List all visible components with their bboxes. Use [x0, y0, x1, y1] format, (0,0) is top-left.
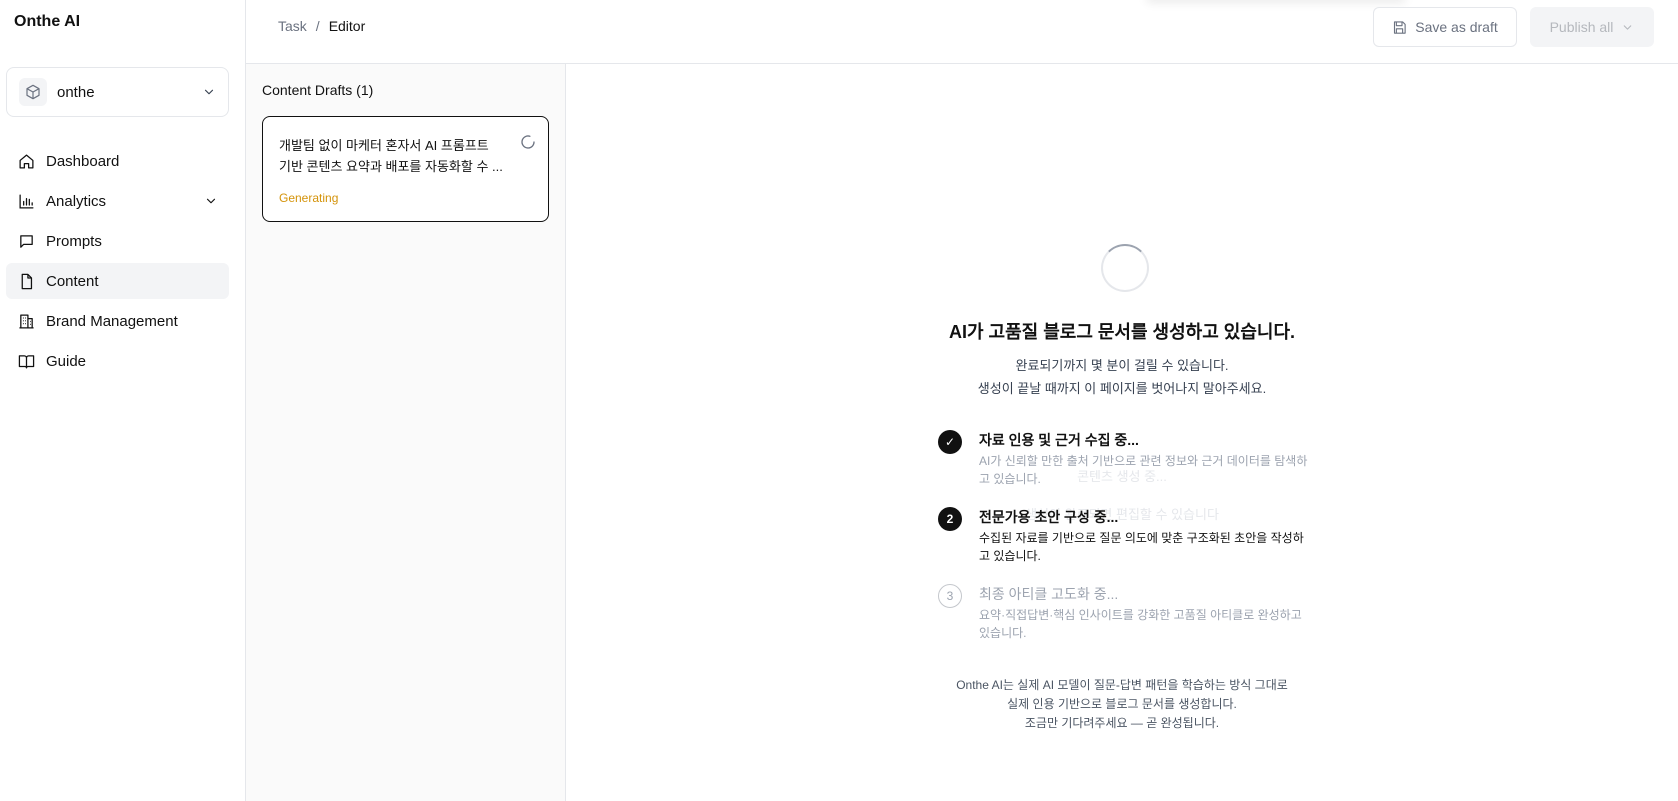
subtitle-line: 완료되기까지 몇 분이 걸릴 수 있습니다. [1015, 358, 1229, 373]
breadcrumb-current: Editor [328, 18, 366, 34]
save-as-draft-button[interactable]: Save as draft [1373, 7, 1517, 47]
sidebar-item-content[interactable]: Content [6, 263, 229, 299]
top-header: Task / Editor Save as draft Publish all [246, 0, 1678, 64]
loading-spinner-icon [520, 134, 536, 155]
publish-all-button[interactable]: Publish all [1530, 7, 1654, 47]
generation-title: AI가 고품질 블로그 문서를 생성하고 있습니다. [948, 322, 1296, 342]
footer-line: Onthe AI는 실제 AI 모델이 질문-답변 패턴을 학습하는 방식 그대… [956, 678, 1288, 692]
sidebar-item-brand-management[interactable]: Brand Management [6, 303, 229, 339]
sidebar-item-label: Brand Management [46, 312, 178, 330]
draft-card[interactable]: 개발팀 없이 마케터 혼자서 AI 프롬프트 기반 콘텐츠 요약과 배포를 자동… [262, 116, 549, 222]
draft-title-line: 기반 콘텐츠 요약과 배포를 자동화할 수 ... [279, 159, 503, 174]
step-description: 수집된 자료를 기반으로 질문 의도에 맞춘 구조화된 초안을 작성하고 있습니… [979, 531, 1304, 563]
background-placeholder-text: 생성이 완료되면 편집할 수 있습니다 [1025, 507, 1219, 522]
file-icon [17, 272, 35, 290]
bar-chart-icon [17, 192, 35, 210]
cube-icon [19, 78, 47, 106]
content-drafts-panel: Content Drafts (1) 개발팀 없이 마케터 혼자서 AI 프롬프… [246, 64, 566, 801]
status-badge: Generating [279, 191, 339, 205]
step-number: 2 [938, 507, 962, 531]
breadcrumb-task[interactable]: Task [278, 18, 307, 34]
sidebar-item-label: Content [46, 272, 99, 290]
draft-title: 개발팀 없이 마케터 혼자서 AI 프롬프트 기반 콘텐츠 요약과 배포를 자동… [279, 135, 511, 177]
sidebar-item-label: Analytics [46, 192, 107, 210]
draft-title-line: 개발팀 없이 마케터 혼자서 AI 프롬프트 [279, 138, 489, 153]
generation-subtitle: 완료되기까지 몇 분이 걸릴 수 있습니다. 생성이 끝날 때까지 이 페이지를… [566, 354, 1678, 400]
loading-spinner-icon [1101, 244, 1149, 292]
building-icon [17, 312, 35, 330]
footer-note: Onthe AI는 실제 AI 모델이 질문-답변 패턴을 학습하는 방식 그대… [566, 676, 1678, 733]
footer-line: 실제 인용 기반으로 블로그 문서를 생성합니다. [1007, 697, 1237, 711]
breadcrumb-separator: / [315, 18, 320, 34]
sidebar: Onthe AI onthe Dashboard Analytics Promp… [0, 0, 246, 801]
sidebar-item-label: Dashboard [46, 152, 120, 170]
sidebar-item-prompts[interactable]: Prompts [6, 223, 229, 259]
sidebar-item-dashboard[interactable]: Dashboard [6, 143, 229, 179]
breadcrumb: Task / Editor [278, 18, 365, 34]
chevron-down-icon[interactable] [204, 194, 218, 208]
chevron-down-icon [202, 85, 216, 99]
check-icon: ✓ [938, 430, 962, 454]
sidebar-item-analytics[interactable]: Analytics [6, 183, 229, 219]
book-icon [17, 352, 35, 370]
step-description: AI가 신뢰할 만한 출처 기반으로 관련 정보와 근거 데이터를 탐색하고 있… [979, 454, 1308, 486]
workspace-name: onthe [57, 83, 95, 101]
publish-all-label: Publish all [1549, 19, 1614, 35]
step-title: 자료 인용 및 근거 수집 중... [979, 432, 1139, 448]
editor-main: AI가 고품질 블로그 문서를 생성하고 있습니다. 완료되기까지 몇 분이 걸… [566, 64, 1678, 801]
footer-line: 조금만 기다려주세요 — 곧 완성됩니다. [1024, 716, 1220, 730]
drafts-title: Content Drafts (1) [262, 82, 374, 98]
sidebar-nav: Dashboard Analytics Prompts Content Bran… [6, 143, 229, 383]
step-title: 최종 아티클 고도화 중... [979, 586, 1119, 602]
sidebar-item-label: Guide [46, 352, 87, 370]
brand-logo[interactable]: Onthe AI [14, 13, 80, 31]
step-number: 3 [938, 584, 962, 608]
sidebar-item-guide[interactable]: Guide [6, 343, 229, 379]
save-icon [1392, 20, 1407, 35]
chevron-down-icon [1621, 21, 1634, 34]
step-title: 전문가용 초안 구성 중... [979, 509, 1119, 525]
save-as-draft-label: Save as draft [1415, 19, 1498, 35]
subtitle-line: 생성이 끝날 때까지 이 페이지를 벗어나지 말아주세요. [977, 381, 1267, 396]
sidebar-item-label: Prompts [46, 232, 102, 250]
step-description: 요약·직접답변·핵심 인사이트를 강화한 고품질 아티클로 완성하고 있습니다. [979, 608, 1302, 640]
home-icon [17, 152, 35, 170]
message-icon [17, 232, 35, 250]
workspace-selector[interactable]: onthe [6, 67, 229, 117]
